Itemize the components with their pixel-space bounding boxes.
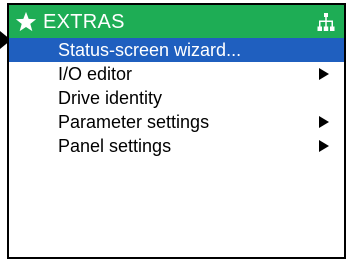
menu-item-label: Drive identity	[58, 88, 163, 108]
page-title: EXTRAS	[43, 11, 125, 33]
menu-item-status-screen-wizard[interactable]: Status-screen wizard...	[9, 38, 344, 62]
star-icon	[15, 11, 37, 32]
submenu-arrow-icon	[319, 68, 329, 80]
extras-menu: Status-screen wizard... I/O editor Drive…	[9, 38, 344, 158]
network-tree-icon	[317, 13, 335, 31]
header-bar: EXTRAS	[9, 5, 344, 38]
menu-item-label: Panel settings	[58, 136, 172, 156]
submenu-arrow-icon	[319, 140, 329, 152]
menu-item-drive-identity[interactable]: Drive identity	[9, 86, 344, 110]
menu-item-parameter-settings[interactable]: Parameter settings	[9, 110, 344, 134]
menu-item-label: Parameter settings	[58, 112, 210, 132]
panel-screen: EXTRAS Status-screen wizard... I/O edito…	[7, 3, 346, 259]
device-display: EXTRAS Status-screen wizard... I/O edito…	[0, 0, 357, 266]
menu-item-label: Status-screen wizard...	[58, 40, 242, 60]
submenu-arrow-icon	[319, 116, 329, 128]
menu-item-label: I/O editor	[58, 64, 133, 84]
menu-item-io-editor[interactable]: I/O editor	[9, 62, 344, 86]
menu-item-panel-settings[interactable]: Panel settings	[9, 134, 344, 158]
